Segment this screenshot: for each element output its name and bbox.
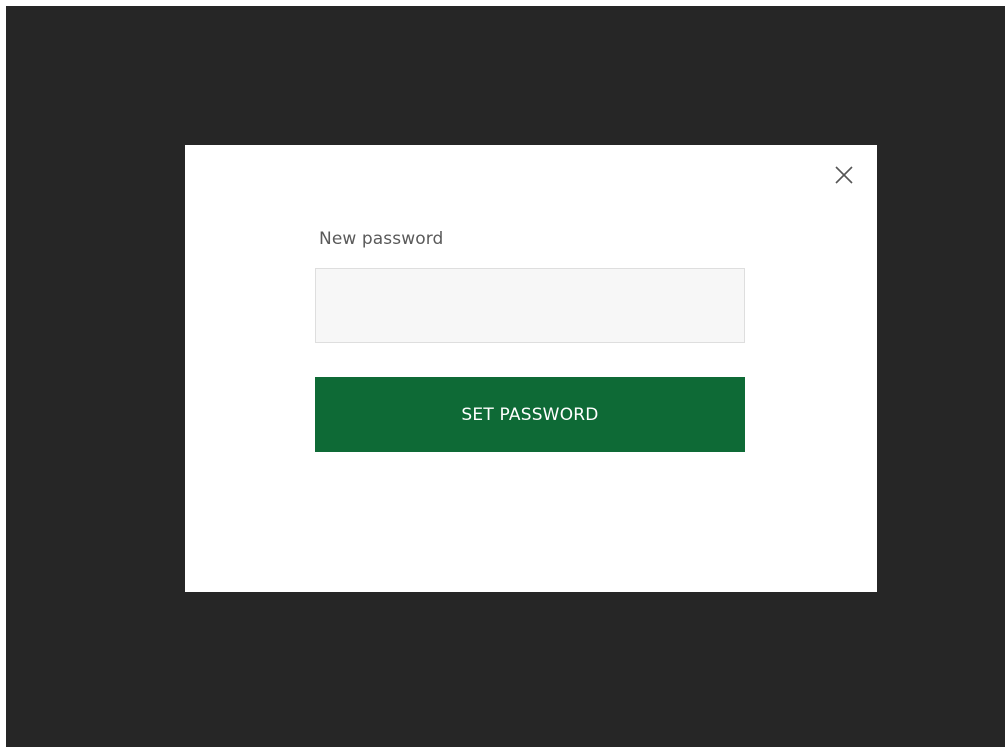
modal-backdrop: New password SET PASSWORD [6,6,1005,747]
new-password-input[interactable] [315,268,745,343]
set-password-button-label: SET PASSWORD [461,404,599,425]
set-password-button[interactable]: SET PASSWORD [315,377,745,452]
close-button[interactable] [832,163,856,187]
close-icon [834,165,854,185]
set-password-dialog: New password SET PASSWORD [185,145,877,592]
new-password-label: New password [319,229,444,249]
